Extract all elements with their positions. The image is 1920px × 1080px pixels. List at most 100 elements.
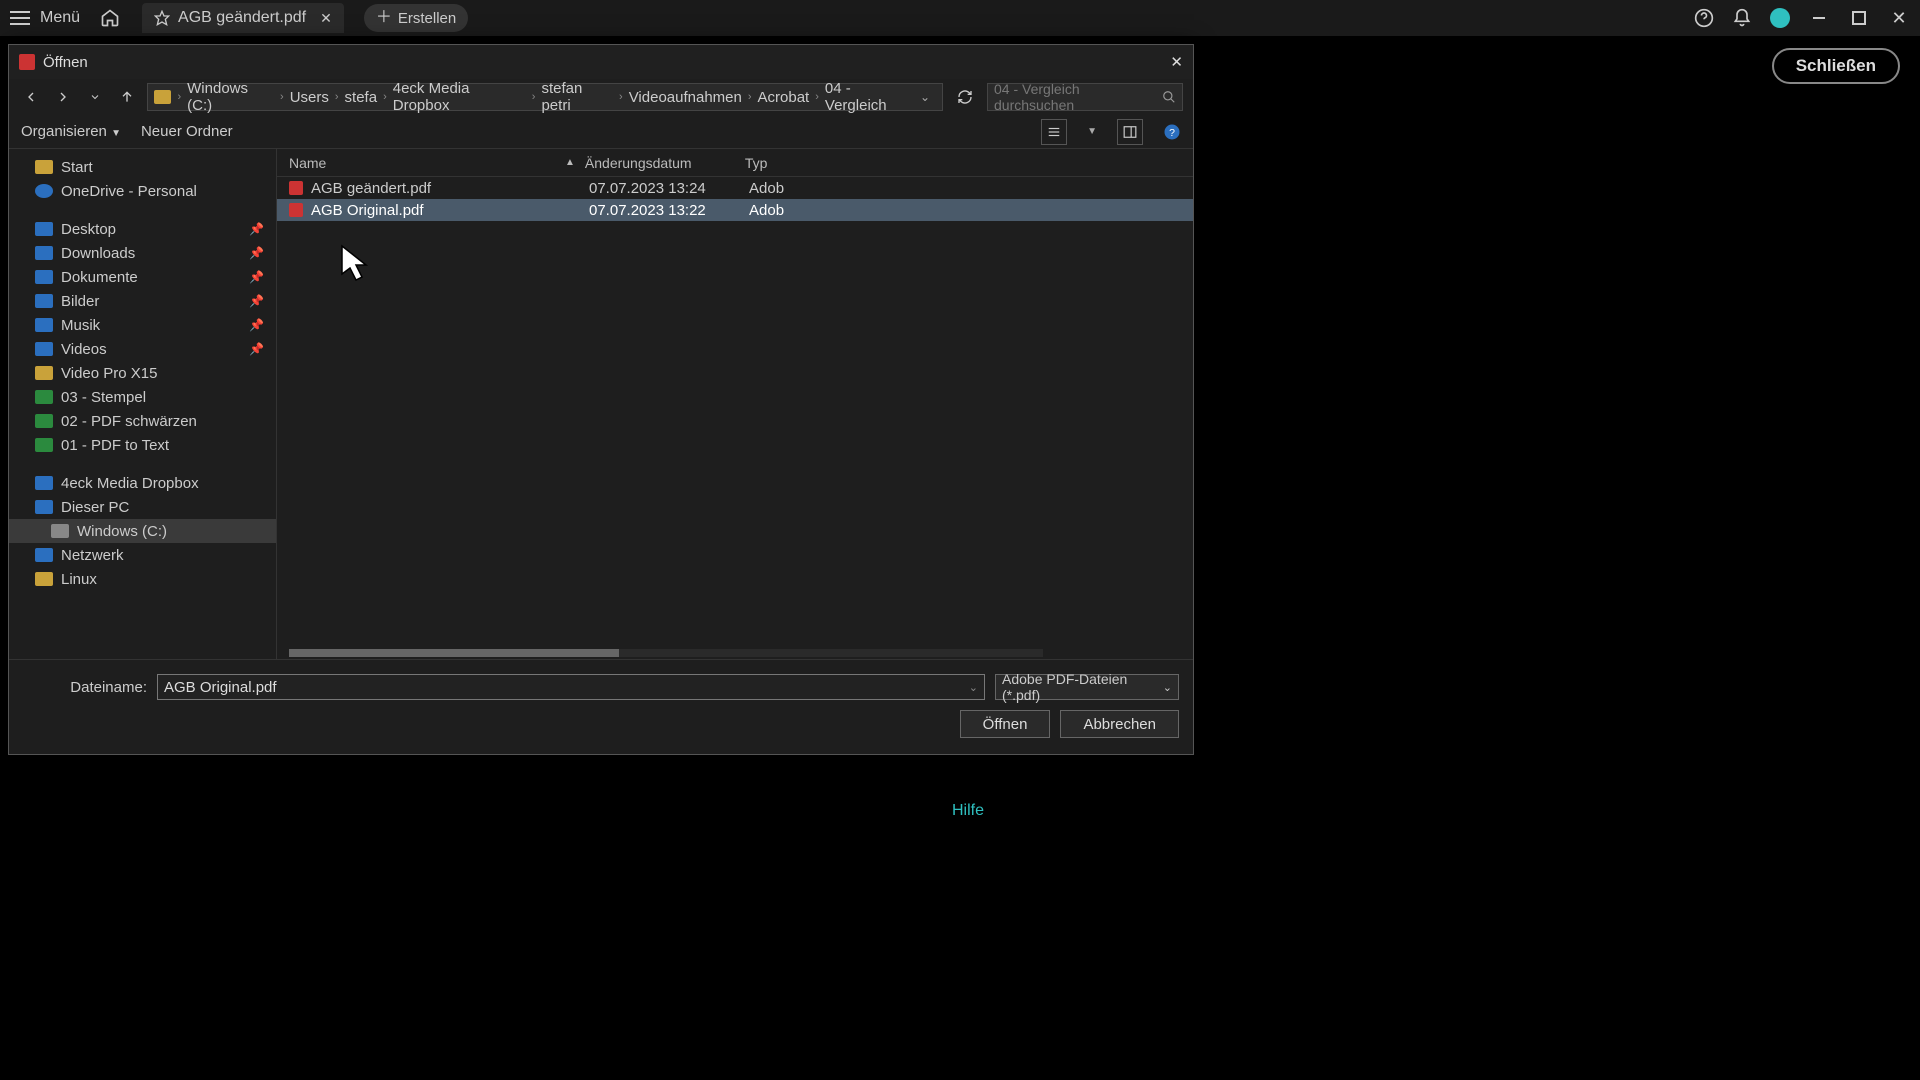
cancel-button[interactable]: Abbrechen (1060, 710, 1179, 738)
dialog-help-icon[interactable]: ? (1163, 123, 1181, 141)
desktop-icon (35, 222, 53, 236)
folder-icon (35, 390, 53, 404)
sidebar-item-desktop[interactable]: Desktop📌 (9, 217, 276, 241)
crumb-0[interactable]: Windows (C:) (187, 80, 274, 114)
close-tab-icon[interactable]: ✕ (320, 10, 332, 27)
pin-icon: 📌 (249, 270, 264, 284)
linux-icon (35, 572, 53, 586)
create-label: Erstellen (398, 10, 456, 27)
app-body: Schließen Öffnen ✕ › Windows (C:) › Users… (0, 36, 1920, 1080)
pictures-icon (35, 294, 53, 308)
dialog-footer: Dateiname: AGB Original.pdf⌄ Adobe PDF-D… (9, 659, 1193, 754)
pin-icon: 📌 (249, 222, 264, 236)
sidebar-item-downloads[interactable]: Downloads📌 (9, 241, 276, 265)
bell-icon[interactable] (1732, 8, 1752, 28)
menu-button[interactable]: Menü (40, 9, 80, 27)
column-headers: Name ▲ Änderungsdatum Typ (277, 149, 1193, 177)
sidebar: Start OneDrive - Personal Desktop📌 Downl… (9, 149, 277, 659)
file-row[interactable]: AGB geändert.pdf 07.07.2023 13:24 Adob (277, 177, 1193, 199)
filetype-select[interactable]: Adobe PDF-Dateien (*.pdf)⌄ (995, 674, 1179, 700)
hamburger-icon[interactable] (10, 11, 30, 25)
view-chevron-icon[interactable]: ▼ (1087, 126, 1097, 137)
view-mode-button[interactable] (1041, 119, 1067, 145)
forward-icon[interactable] (51, 85, 75, 109)
sidebar-item-music[interactable]: Musik📌 (9, 313, 276, 337)
sidebar-item-stempel[interactable]: 03 - Stempel (9, 385, 276, 409)
sidebar-item-network[interactable]: Netzwerk (9, 543, 276, 567)
filename-input[interactable]: AGB Original.pdf⌄ (157, 674, 985, 700)
plus-icon: ＋ (376, 10, 392, 26)
chevron-right-icon: › (748, 91, 752, 103)
folder-icon (35, 438, 53, 452)
sidebar-item-schwaerzen[interactable]: 02 - PDF schwärzen (9, 409, 276, 433)
file-date: 07.07.2023 13:24 (589, 180, 749, 197)
address-bar[interactable]: › Windows (C:)› Users› stefa› 4eck Media… (147, 83, 943, 111)
home-icon[interactable] (100, 8, 120, 28)
sidebar-item-start[interactable]: Start (9, 155, 276, 179)
recent-chevron-icon[interactable] (83, 85, 107, 109)
pc-icon (35, 500, 53, 514)
pdf-icon (19, 54, 35, 70)
sidebar-item-dropbox[interactable]: 4eck Media Dropbox (9, 471, 276, 495)
sidebar-item-videos[interactable]: Videos📌 (9, 337, 276, 361)
search-input[interactable]: 04 - Vergleich durchsuchen (987, 83, 1183, 111)
help-icon[interactable] (1694, 8, 1714, 28)
preview-pane-button[interactable] (1117, 119, 1143, 145)
folder-icon (154, 90, 171, 104)
dialog-close-icon[interactable]: ✕ (1170, 53, 1183, 71)
search-icon (1162, 90, 1176, 104)
up-icon[interactable] (115, 85, 139, 109)
pin-icon: 📌 (249, 318, 264, 332)
schliessen-button[interactable]: Schließen (1772, 48, 1900, 84)
file-date: 07.07.2023 13:22 (589, 202, 749, 219)
new-folder-button[interactable]: Neuer Ordner (141, 123, 233, 140)
maximize-icon[interactable] (1848, 7, 1870, 29)
file-row[interactable]: AGB Original.pdf 07.07.2023 13:22 Adob (277, 199, 1193, 221)
sidebar-item-windowsc[interactable]: Windows (C:) (9, 519, 276, 543)
organize-button[interactable]: Organisieren ▼ (21, 123, 121, 140)
address-chevron-icon[interactable]: ⌄ (914, 90, 936, 104)
toolbar: Organisieren ▼ Neuer Ordner ▼ ? (9, 115, 1193, 149)
crumb-7[interactable]: 04 - Vergleich (825, 80, 914, 114)
crumb-1[interactable]: Users (290, 89, 329, 106)
tab-title: AGB geändert.pdf (178, 9, 306, 27)
sidebar-item-thispc[interactable]: Dieser PC (9, 495, 276, 519)
col-type[interactable]: Typ (745, 155, 768, 171)
chevron-right-icon: › (280, 91, 284, 103)
sidebar-item-documents[interactable]: Dokumente📌 (9, 265, 276, 289)
app-titlebar: Menü AGB geändert.pdf ✕ ＋ Erstellen ✕ (0, 0, 1920, 36)
crumb-2[interactable]: stefa (345, 89, 378, 106)
crumb-4[interactable]: stefan petri (541, 80, 613, 114)
scrollbar-thumb[interactable] (289, 649, 619, 657)
avatar[interactable] (1770, 8, 1790, 28)
dialog-titlebar: Öffnen ✕ (9, 45, 1193, 79)
document-tab[interactable]: AGB geändert.pdf ✕ (142, 3, 344, 33)
horizontal-scrollbar[interactable] (289, 649, 1043, 657)
crumb-5[interactable]: Videoaufnahmen (629, 89, 742, 106)
hilfe-link[interactable]: Hilfe (952, 802, 984, 820)
sidebar-item-videoprox15[interactable]: Video Pro X15 (9, 361, 276, 385)
chevron-down-icon[interactable]: ⌄ (969, 681, 978, 694)
back-icon[interactable] (19, 85, 43, 109)
sidebar-item-onedrive[interactable]: OneDrive - Personal (9, 179, 276, 203)
col-date[interactable]: Änderungsdatum (585, 155, 745, 171)
svg-text:?: ? (1169, 126, 1175, 138)
sidebar-item-linux[interactable]: Linux (9, 567, 276, 591)
chevron-right-icon: › (383, 91, 387, 103)
open-button[interactable]: Öffnen (960, 710, 1051, 738)
sidebar-item-pdftotext[interactable]: 01 - PDF to Text (9, 433, 276, 457)
pdf-icon (289, 203, 303, 217)
col-name[interactable]: Name (289, 155, 581, 171)
minimize-icon[interactable] (1808, 7, 1830, 29)
sidebar-item-pictures[interactable]: Bilder📌 (9, 289, 276, 313)
file-name: AGB Original.pdf (311, 202, 589, 219)
crumb-3[interactable]: 4eck Media Dropbox (393, 80, 526, 114)
create-button[interactable]: ＋ Erstellen (364, 4, 468, 32)
file-name: AGB geändert.pdf (311, 180, 589, 197)
refresh-icon[interactable] (951, 83, 979, 111)
search-placeholder: 04 - Vergleich durchsuchen (994, 81, 1162, 113)
close-window-icon[interactable]: ✕ (1888, 7, 1910, 29)
dialog-title: Öffnen (43, 54, 88, 71)
crumb-6[interactable]: Acrobat (758, 89, 810, 106)
file-list: Name ▲ Änderungsdatum Typ AGB geändert.p… (277, 149, 1193, 659)
